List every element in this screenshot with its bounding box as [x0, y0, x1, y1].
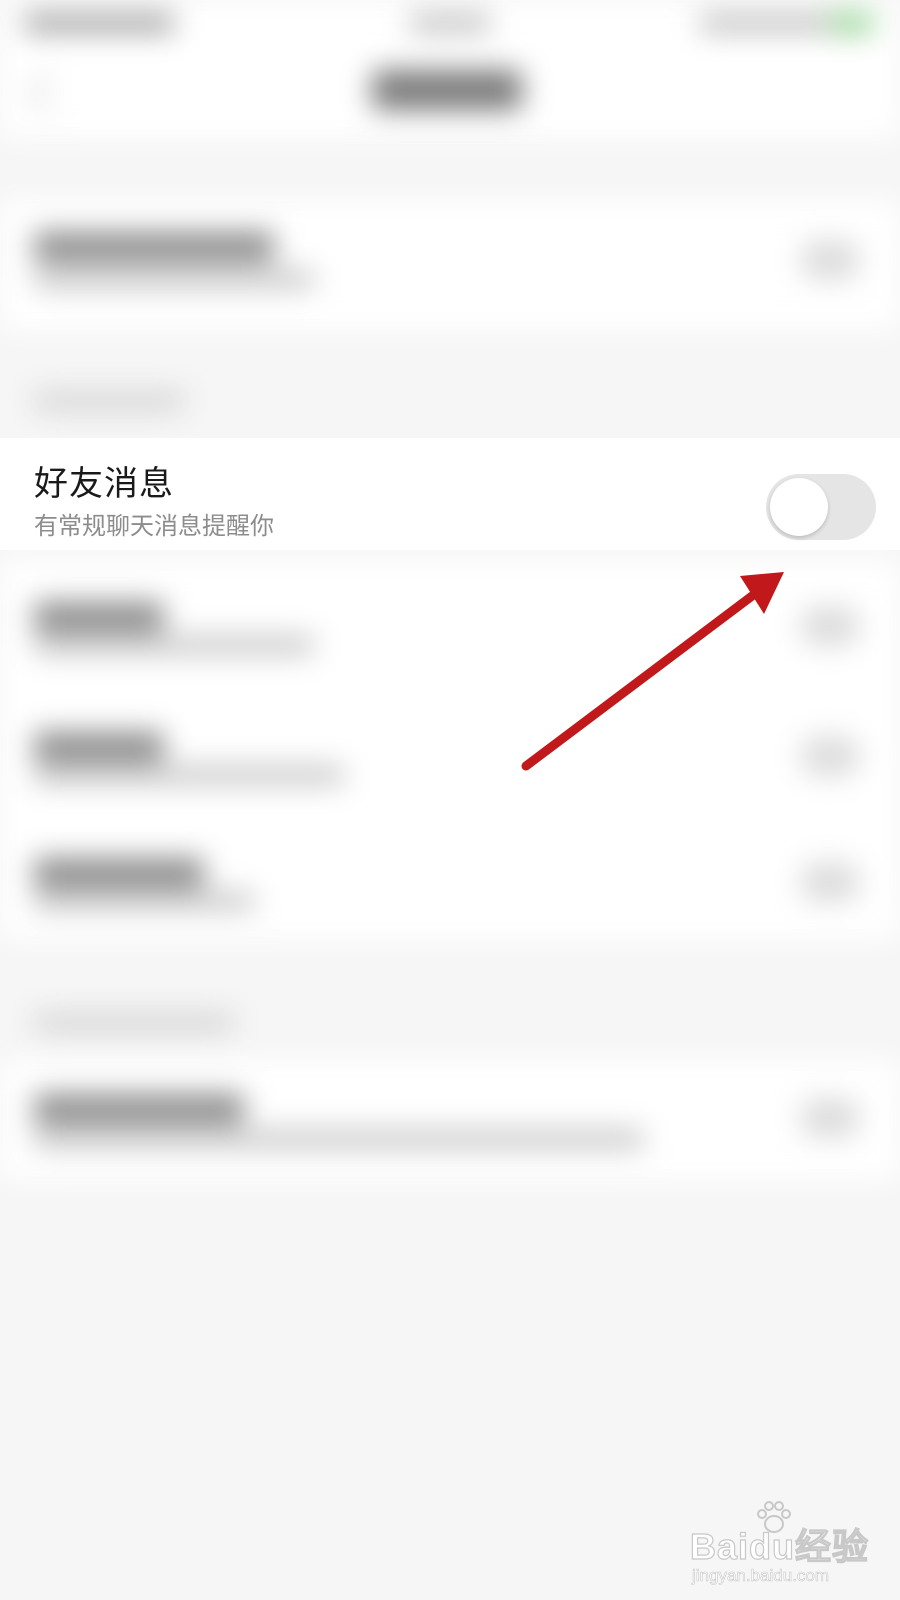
blurred-row-2-subtitle: [34, 636, 314, 654]
blurred-section-header-1: [34, 392, 184, 410]
friend-message-title: 好友消息: [34, 464, 174, 504]
watermark-brand: Baidu经验: [689, 1525, 870, 1567]
blurred-row-1[interactable]: [0, 200, 900, 330]
battery-icon: [830, 12, 874, 34]
blurred-row-4-subtitle: [34, 892, 254, 910]
watermark-url: jingyan.baidu.com: [692, 1566, 830, 1586]
blurred-row-3-toggle[interactable]: [800, 736, 860, 776]
friend-message-setting-row: 好友消息 有常规聊天消息提醒你: [0, 438, 900, 550]
blurred-row-4-title: [34, 858, 204, 888]
blurred-row-1-toggle[interactable]: [800, 240, 860, 280]
blurred-row-2-toggle[interactable]: [800, 606, 860, 646]
friend-message-toggle[interactable]: [766, 474, 876, 540]
blurred-row-1-title: [34, 232, 274, 262]
blurred-row-3-subtitle: [34, 766, 344, 784]
blurred-row-3-title: [34, 732, 164, 762]
blurred-row-5-subtitle: [34, 1130, 644, 1148]
blurred-row-5-toggle[interactable]: [800, 1098, 860, 1138]
blurred-row-5-title: [34, 1094, 244, 1124]
blurred-row-4-toggle[interactable]: [800, 862, 860, 902]
friend-message-subtitle: 有常规聊天消息提醒你: [34, 512, 274, 540]
blurred-section-header-2: [34, 1014, 234, 1032]
page-title-blur: [372, 70, 522, 110]
baidu-jingyan-watermark: Baidu经验 jingyan.baidu.com: [689, 1500, 890, 1590]
toggle-knob: [770, 478, 828, 536]
status-bar-center-blur: [410, 14, 490, 32]
status-bar-left-blur: [24, 14, 174, 32]
blurred-row-2-title: [34, 602, 164, 632]
blurred-background: [0, 0, 900, 1600]
blurred-row-1-subtitle: [34, 270, 314, 288]
settings-screen: 好友消息 有常规聊天消息提醒你 Baidu经验 jingyan.baidu.co…: [0, 0, 900, 1600]
